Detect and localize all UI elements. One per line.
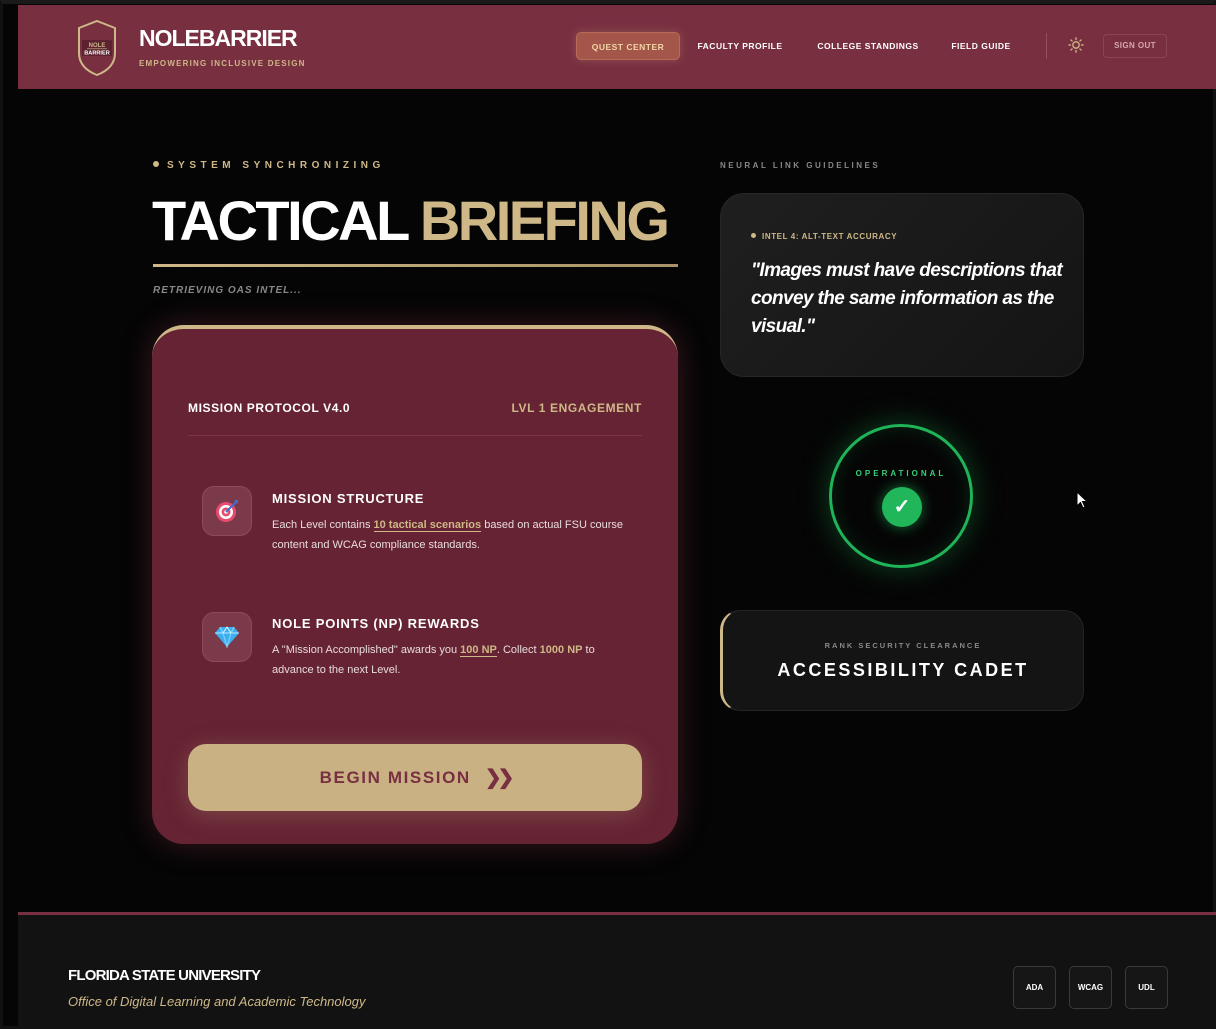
nole-points-text: A "Mission Accomplished" awards you 100 … [272,640,632,680]
np-award-highlight: 100 NP [460,644,497,657]
neural-link-heading: NEURAL LINK GUIDELINES [720,161,881,170]
page-title: TACTICAL BRIEFING [152,188,670,253]
footer-office: Office of Digital Learning and Academic … [68,994,366,1009]
rank-label: RANK SECURITY CLEARANCE [824,641,982,650]
intel-dot [751,233,756,239]
intel-tag-text: INTEL 4: ALT-TEXT ACCURACY [762,232,898,241]
mission-structure-text: Each Level contains 10 tactical scenario… [272,515,632,555]
nav-faculty-profile[interactable]: FACULTY PROFILE [690,32,790,60]
status-dot [153,161,159,168]
brand-title[interactable]: NOLEBARRIER [139,25,298,52]
loading-subtitle: RETRIEVING OAS INTEL... [153,285,302,296]
mission-protocol-label: MISSION PROTOCOL V4.0 [188,401,351,415]
nav-field-guide[interactable]: FIELD GUIDE [943,32,1019,60]
mission-card: MISSION PROTOCOL V4.0 LVL 1 ENGAGEMENT M… [152,325,678,844]
intel-quote: "Images must have descriptions that conv… [751,260,1063,337]
intel-card: INTEL 4: ALT-TEXT ACCURACY "Images must … [720,193,1084,377]
rank-value: ACCESSIBILITY CADET [777,660,1029,680]
double-chevron-right-icon: ❯❯ [484,767,514,789]
ada-badge[interactable]: ADA [1013,966,1056,1009]
begin-mission-button[interactable]: BEGIN MISSION ❯❯ [188,744,642,811]
nole-points-text-2: . Collect [496,644,540,656]
operational-status-ring: OPERATIONAL ✓ [829,424,973,568]
system-status-text: SYSTEM SYNCHRONIZING [167,160,385,171]
sign-out-button[interactable]: SIGN OUT [1103,34,1167,58]
wcag-badge[interactable]: WCAG [1069,966,1112,1009]
operational-label: OPERATIONAL [855,469,947,478]
nav-divider [1046,33,1047,59]
diamond-icon [215,626,239,648]
mission-structure-title: MISSION STRUCTURE [272,491,425,506]
udl-badge[interactable]: UDL [1125,966,1168,1009]
sun-icon[interactable] [1068,37,1084,53]
diamond-icon-tile [202,612,252,662]
begin-mission-label: BEGIN MISSION [319,767,471,787]
mouse-cursor-icon [1076,491,1088,509]
title-underline [153,264,678,267]
nole-points-text-1: A "Mission Accomplished" awards you [272,644,461,656]
logo-line-1: NOLE [89,43,106,49]
footer-university: FLORIDA STATE UNIVERSITY [68,967,261,984]
level-engagement-label: LVL 1 ENGAGEMENT [511,401,642,415]
nole-points-title: NOLE POINTS (NP) REWARDS [272,616,480,631]
site-footer: FLORIDA STATE UNIVERSITY Office of Digit… [18,912,1216,1029]
target-icon-tile [202,486,252,536]
nolebarrier-shield-logo[interactable]: NOLE BARRIER [76,19,118,77]
brand-subtitle: EMPOWERING INCLUSIVE DESIGN [139,59,306,68]
card-divider [188,435,642,436]
system-status-line: SYSTEM SYNCHRONIZING [153,160,385,171]
top-header: NOLE BARRIER NOLEBARRIER EMPOWERING INCL… [18,5,1216,89]
mission-structure-text-1: Each Level contains [272,519,374,531]
logo-line-2: BARRIER [84,51,109,57]
nav-college-standings[interactable]: COLLEGE STANDINGS [806,32,930,60]
intel-tag: INTEL 4: ALT-TEXT ACCURACY [751,232,897,241]
page-title-word-2: BRIEFING [419,189,670,252]
nav-quest-center[interactable]: QUEST CENTER [576,32,680,60]
checkmark-icon: ✓ [882,487,922,527]
page-title-word-1: TACTICAL [152,189,409,252]
rank-card: RANK SECURITY CLEARANCE ACCESSIBILITY CA… [720,610,1084,711]
tactical-scenarios-highlight: 10 tactical scenarios [373,519,482,532]
np-goal-highlight: 1000 NP [539,644,583,656]
target-icon [216,500,238,522]
